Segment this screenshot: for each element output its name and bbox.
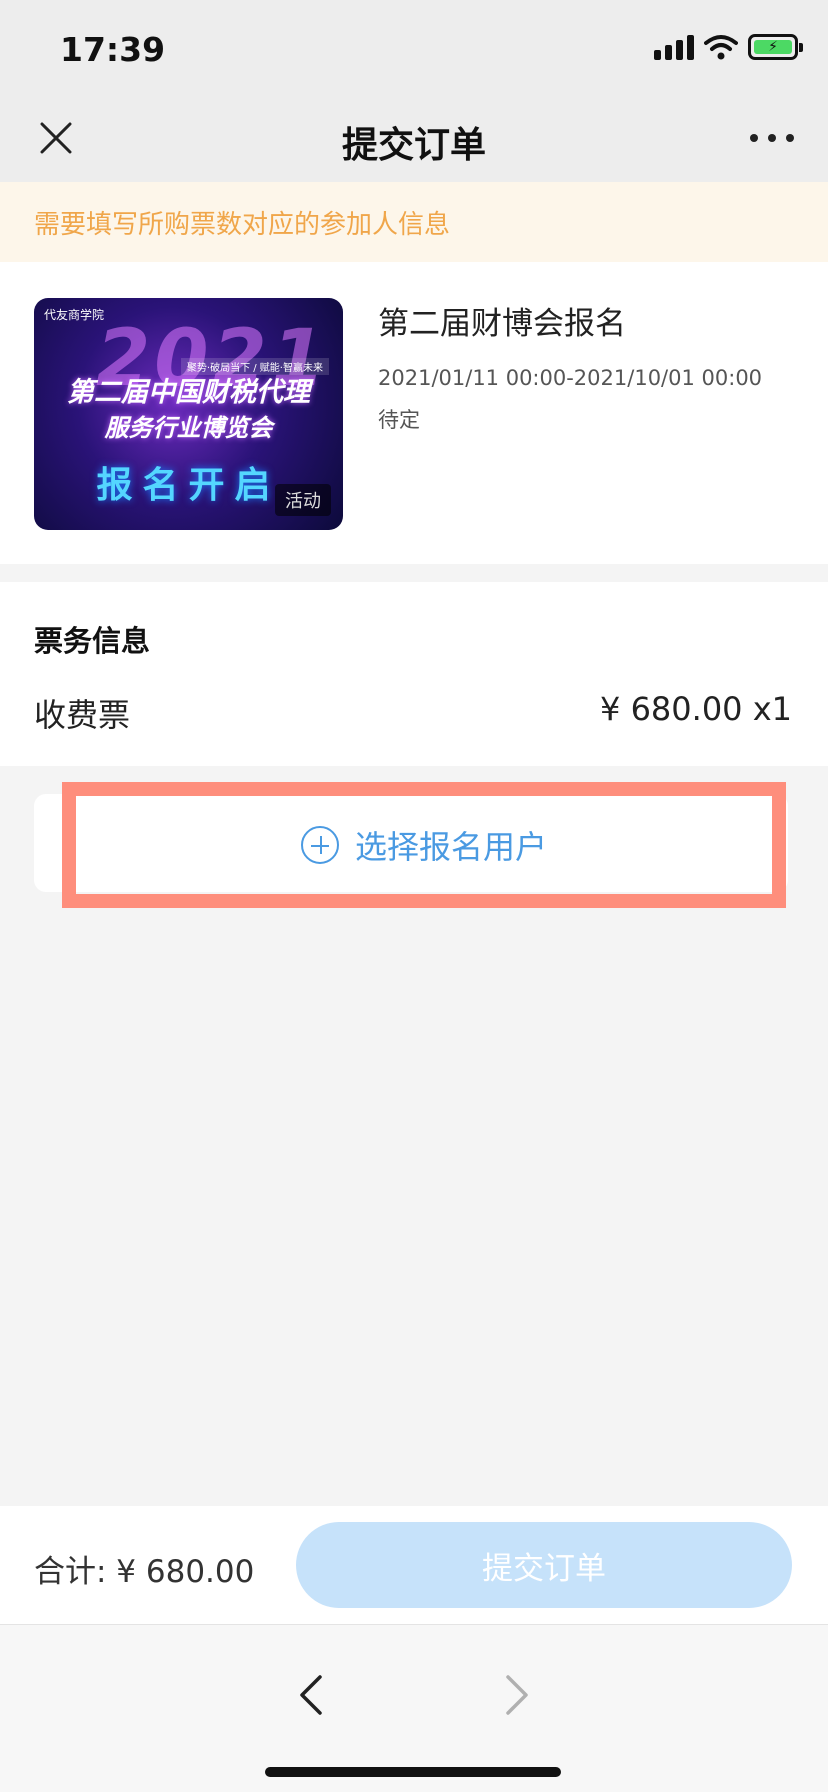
home-indicator[interactable]: [265, 1767, 561, 1777]
page-title: 提交订单: [341, 125, 486, 166]
event-poster: 2021 代友商学院 聚势·破局当下 / 赋能·智赢未来 第二届中国财税代理 服…: [34, 298, 343, 530]
browser-nav-bar: [0, 1624, 828, 1792]
status-bar: 17:39 ⚡: [0, 0, 828, 96]
select-user-button[interactable]: 选择报名用户: [76, 796, 772, 894]
forward-arrow-icon[interactable]: [496, 1673, 536, 1717]
event-card: 2021 代友商学院 聚势·破局当下 / 赋能·智赢未来 第二届中国财税代理 服…: [0, 262, 828, 564]
status-time: 17:39: [60, 30, 166, 69]
select-user-label: 选择报名用户: [354, 828, 547, 866]
nav-bar: 提交订单: [0, 96, 828, 182]
poster-headline: 第二届中国财税代理: [67, 377, 310, 408]
back-arrow-icon[interactable]: [292, 1673, 332, 1717]
notice-banner: 需要填写所购票数对应的参加人信息: [0, 182, 828, 262]
ticket-info-card: 票务信息 收费票 ¥ 680.00 x1: [0, 582, 828, 766]
event-date-range: 2021/01/11 00:00-2021/10/01 00:00: [378, 366, 763, 390]
ticket-heading: 票务信息: [34, 624, 151, 658]
activity-tag: 活动: [275, 484, 331, 516]
submit-order-button[interactable]: 提交订单: [296, 1522, 792, 1608]
poster-subheadline: 服务行业博览会: [104, 414, 273, 442]
notice-text: 需要填写所购票数对应的参加人信息: [34, 210, 451, 240]
ticket-name: 收费票: [34, 696, 131, 734]
wifi-icon: [704, 35, 738, 60]
add-circle-icon: [300, 826, 339, 864]
event-location: 待定: [378, 408, 420, 432]
cellular-signal-icon: [654, 34, 694, 60]
poster-logo: 代友商学院: [44, 308, 105, 322]
status-icons: ⚡: [654, 34, 803, 60]
battery-icon: ⚡: [748, 34, 803, 60]
ticket-price: ¥ 680.00 x1: [600, 690, 792, 728]
checkout-bar: 合计: ¥ 680.00 提交订单: [0, 1506, 828, 1624]
total-amount: 合计: ¥ 680.00: [34, 1554, 255, 1590]
event-title: 第二届财博会报名: [378, 306, 626, 342]
more-options-icon[interactable]: [750, 118, 794, 158]
